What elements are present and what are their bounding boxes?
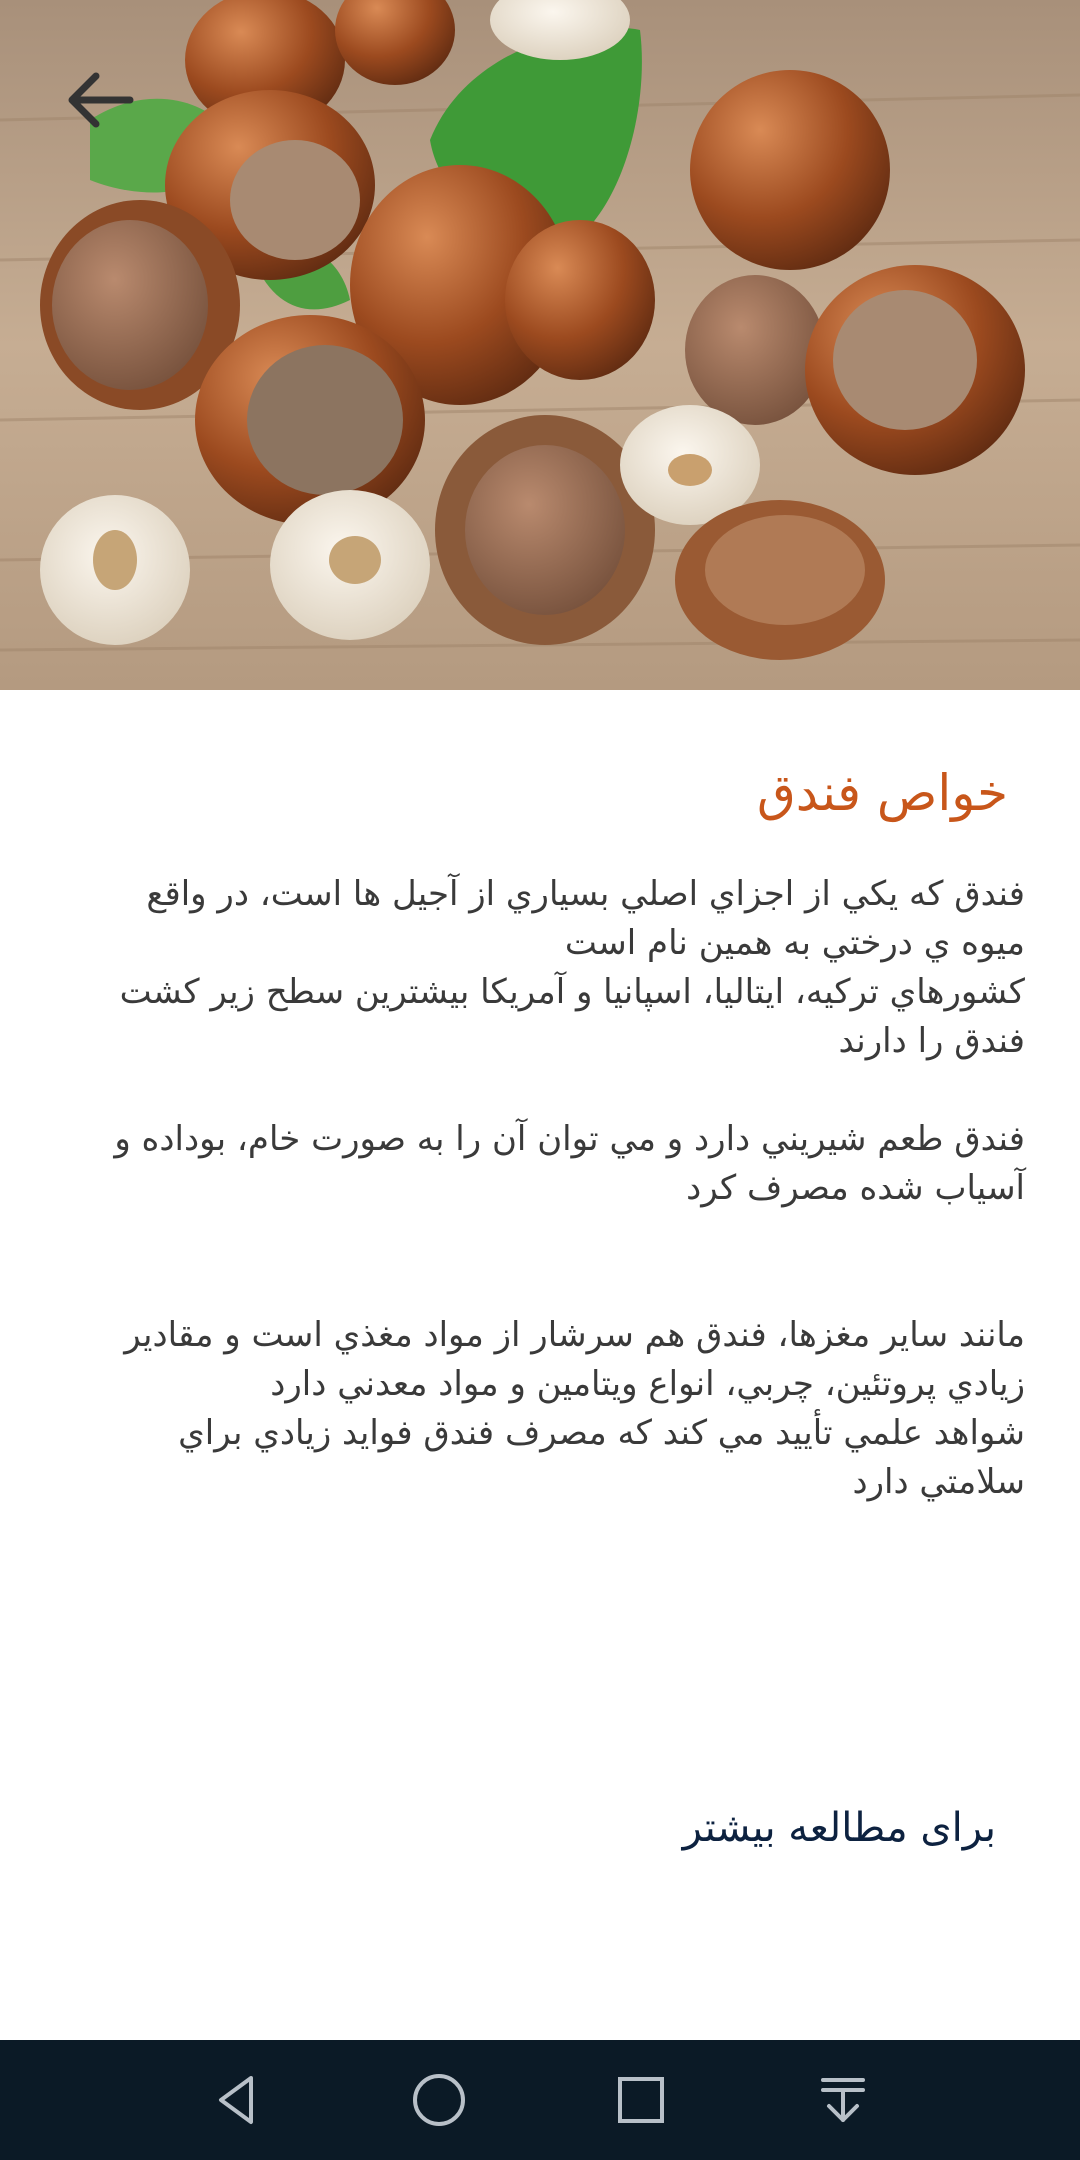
paragraph-1: فندق که يکي از اجزاي اصلي بسياري از آجيل… (119, 874, 1025, 1061)
nav-back-button[interactable] (187, 2050, 287, 2150)
pull-down-icon (821, 2078, 865, 2122)
system-navigation-bar (0, 2040, 1080, 2160)
circle-home-icon (413, 2074, 465, 2126)
nav-home-button[interactable] (389, 2050, 489, 2150)
page-title: خواص فندق (756, 764, 1008, 822)
paragraph-3: مانند ساير مغزها، فندق هم سرشار از مواد … (124, 1315, 1025, 1502)
arrow-left-icon (68, 72, 134, 128)
nav-notifications-button[interactable] (793, 2050, 893, 2150)
back-button[interactable] (52, 52, 148, 148)
article-body: فندق که يکي از اجزاي اصلي بسياري از آجيل… (35, 870, 1025, 1507)
hazelnuts-illustration (0, 0, 1080, 690)
nav-recents-button[interactable] (591, 2050, 691, 2150)
square-recents-icon (618, 2077, 664, 2123)
read-more-link[interactable]: براى مطالعه بيشتر (683, 1798, 996, 1858)
triangle-back-icon (219, 2076, 253, 2124)
paragraph-2: فندق طعم شيريني دارد و مي توان آن را به … (114, 1119, 1025, 1208)
hero-image (0, 0, 1080, 690)
